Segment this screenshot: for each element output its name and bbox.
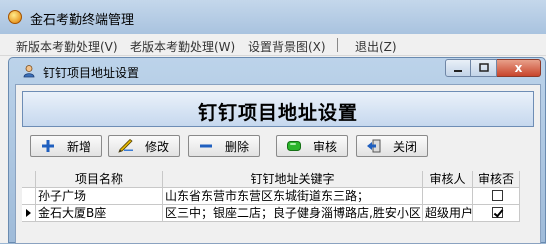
review-button[interactable]: 审核: [276, 135, 348, 157]
row-indicator: [22, 205, 36, 222]
window-content: 钉钉项目地址设置 新增 修改 删除 审核 关闭 项目名称 钉钉地址关键字 审核人…: [15, 84, 541, 244]
cell-reviewer[interactable]: [423, 188, 473, 205]
menu-separator: [337, 38, 338, 52]
window-title-bar[interactable]: 钉钉项目地址设置 x: [9, 58, 545, 84]
header-indicator: [22, 171, 36, 188]
app-window: 金石考勤终端管理 新版本考勤处理(V) 老版本考勤处理(W) 设置背景图(X) …: [0, 0, 546, 244]
header-reviewed[interactable]: 审核否: [473, 171, 520, 188]
menu-old-version[interactable]: 老版本考勤处理(W): [130, 38, 235, 55]
header-address-keyword[interactable]: 钉钉地址关键字: [163, 171, 423, 188]
pen-icon: [117, 139, 135, 153]
delete-button[interactable]: 删除: [188, 135, 260, 157]
add-button[interactable]: 新增: [30, 135, 102, 157]
header-project-name[interactable]: 项目名称: [36, 171, 163, 188]
project-address-window: 钉钉项目地址设置 x 钉钉项目地址设置 新增 修改 删除 审核 关闭 项目名称 …: [8, 57, 546, 244]
table-row[interactable]: 孙子广场 山东省东营市东营区东城街道东三路；: [22, 188, 520, 205]
app-title: 金石考勤终端管理: [30, 13, 135, 28]
cell-reviewed[interactable]: [473, 188, 520, 205]
table-header: 项目名称 钉钉地址关键字 审核人 审核否: [22, 171, 520, 188]
add-button-label: 新增: [67, 139, 92, 154]
menu-bar: 新版本考勤处理(V) 老版本考勤处理(W) 设置背景图(X) 退出(Z): [0, 34, 546, 56]
minimize-button[interactable]: [445, 59, 471, 77]
toolbar: 新增 修改 删除 审核 关闭: [16, 129, 540, 163]
current-row-arrow-icon: [26, 209, 31, 217]
reviewed-checkbox[interactable]: [491, 207, 503, 218]
edit-button[interactable]: 修改: [108, 135, 180, 157]
cell-address-keyword[interactable]: 区三中；银座二店；良子健身淄博路店,胜安小区: [163, 205, 423, 222]
close-button[interactable]: 关闭: [356, 135, 428, 157]
app-title-bar: 金石考勤终端管理: [0, 0, 546, 34]
close-window-button[interactable]: x: [497, 59, 541, 77]
cell-reviewed[interactable]: [473, 205, 520, 222]
delete-button-label: 删除: [225, 139, 250, 154]
maximize-button[interactable]: [471, 59, 497, 77]
cell-project-name[interactable]: 金石大厦B座: [36, 205, 163, 222]
edit-button-label: 修改: [145, 139, 170, 154]
cell-address-keyword[interactable]: 山东省东营市东营区东城街道东三路；: [163, 188, 423, 205]
menu-set-background[interactable]: 设置背景图(X): [248, 38, 326, 55]
reviewed-checkbox[interactable]: [491, 190, 503, 201]
page-title: 钉钉项目地址设置: [197, 102, 358, 124]
window-controls: x: [445, 59, 541, 77]
close-button-label: 关闭: [393, 139, 418, 154]
cell-reviewer[interactable]: 超级用户: [423, 205, 473, 222]
maximize-icon: [478, 63, 489, 72]
close-icon: x: [514, 61, 523, 75]
app-logo-icon: [8, 10, 22, 24]
window-title: 钉钉项目地址设置: [43, 66, 140, 80]
cell-project-name[interactable]: 孙子广场: [36, 188, 163, 205]
header-reviewer[interactable]: 审核人: [423, 171, 473, 188]
header-band: 钉钉项目地址设置: [22, 91, 534, 127]
review-button-label: 审核: [313, 139, 338, 154]
table-row[interactable]: 金石大厦B座 区三中；银座二店；良子健身淄博路店,胜安小区 超级用户: [22, 205, 520, 222]
menu-exit[interactable]: 退出(Z): [355, 38, 397, 55]
address-table: 项目名称 钉钉地址关键字 审核人 审核否 孙子广场 山东省东营市东营区东城街道东…: [22, 171, 520, 222]
menu-new-version[interactable]: 新版本考勤处理(V): [16, 38, 118, 55]
minimize-icon: [454, 70, 462, 72]
plus-icon: [39, 139, 57, 153]
row-indicator: [22, 188, 36, 205]
minus-icon: [197, 139, 215, 153]
green-light-icon: [285, 139, 303, 153]
user-icon: [23, 65, 35, 78]
exit-door-icon: [365, 139, 383, 153]
